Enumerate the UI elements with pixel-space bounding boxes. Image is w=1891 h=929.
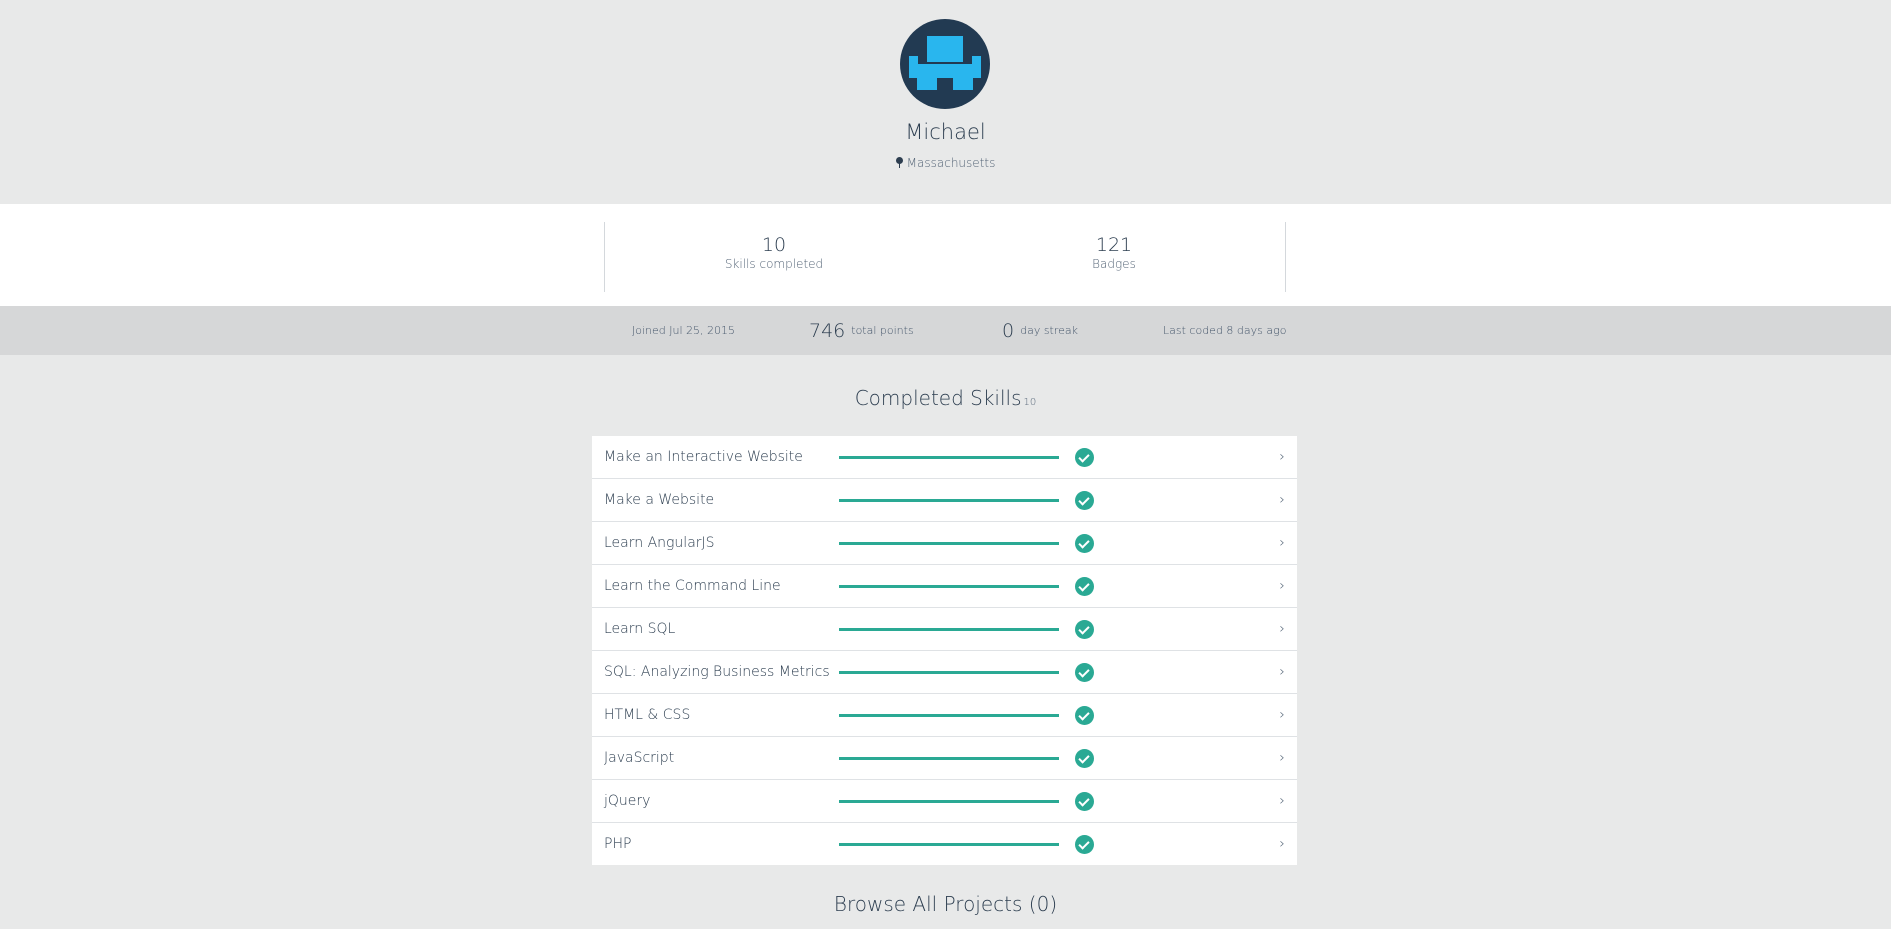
skill-row[interactable]: Learn SQL › — [592, 608, 1297, 651]
chevron-right-icon[interactable]: › — [1279, 565, 1285, 608]
location-text: Massachusetts — [906, 156, 996, 170]
progress-fill — [839, 585, 1059, 588]
check-circle-icon — [1075, 663, 1094, 682]
skill-row[interactable]: JavaScript › — [592, 737, 1297, 780]
chevron-right-icon[interactable]: › — [1279, 479, 1285, 522]
progress-bar — [839, 671, 1059, 674]
skill-name: Make a Website — [604, 492, 715, 508]
skill-row[interactable]: Learn the Command Line › — [592, 565, 1297, 608]
progress-fill — [839, 671, 1059, 674]
chevron-right-icon[interactable]: › — [1279, 651, 1285, 694]
chevron-right-icon[interactable]: › — [1279, 694, 1285, 737]
progress-fill — [839, 800, 1059, 803]
stat-label: Skills completed — [724, 257, 824, 271]
chevron-right-icon[interactable]: › — [1279, 436, 1285, 479]
skill-row[interactable]: SQL: Analyzing Business Metrics › — [592, 651, 1297, 694]
skill-row[interactable]: Learn AngularJS › — [592, 522, 1297, 565]
chevron-right-icon[interactable]: › — [1279, 737, 1285, 780]
check-circle-icon — [1075, 448, 1094, 467]
divider — [604, 222, 605, 292]
check-circle-icon — [1075, 534, 1094, 553]
progress-fill — [839, 714, 1059, 717]
skill-name: Learn the Command Line — [604, 578, 781, 594]
stat-value: 10 — [761, 234, 787, 256]
skill-name: jQuery — [604, 793, 651, 809]
skill-name: HTML & CSS — [604, 707, 691, 723]
progress-bar — [839, 499, 1059, 502]
skill-name: Learn SQL — [604, 621, 676, 637]
joined-text: Joined Jul 25, 2015 — [632, 324, 736, 337]
progress-fill — [839, 499, 1059, 502]
stat-badges[interactable]: 121 Badges — [1014, 234, 1214, 271]
progress-bar — [839, 542, 1059, 545]
last-coded: Last coded 8 days ago — [1163, 306, 1286, 355]
profile-name: Michael — [905, 120, 986, 144]
progress-bar — [839, 800, 1059, 803]
skill-name: Make an Interactive Website — [604, 449, 803, 465]
total-points: 746 total points — [809, 306, 914, 355]
stats-bar: 10 Skills completed 121 Badges — [0, 204, 1891, 306]
check-circle-icon — [1075, 577, 1094, 596]
avatar — [900, 19, 990, 109]
skill-row[interactable]: Make an Interactive Website › — [592, 436, 1297, 479]
profile-header: Michael Massachusetts — [0, 0, 1891, 204]
skill-name: Learn AngularJS — [604, 535, 715, 551]
profile-location: Massachusetts — [0, 156, 1891, 170]
skill-row[interactable]: jQuery › — [592, 780, 1297, 823]
progress-bar — [839, 843, 1059, 846]
points-label: total points — [851, 324, 914, 337]
progress-fill — [839, 628, 1059, 631]
skills-list: Make an Interactive Website › Make a Websi… — [592, 436, 1297, 865]
points-value: 746 — [809, 319, 846, 342]
meta-bar: Joined Jul 25, 2015 746 total points 0 d… — [0, 306, 1891, 355]
skill-name: JavaScript — [604, 750, 675, 766]
skill-row[interactable]: HTML & CSS › — [592, 694, 1297, 737]
progress-bar — [839, 585, 1059, 588]
check-circle-icon — [1075, 792, 1094, 811]
browse-projects-link[interactable]: Browse All Projects (0) — [0, 892, 1891, 916]
stat-skills-completed[interactable]: 10 Skills completed — [674, 234, 874, 271]
map-pin-icon — [895, 157, 903, 168]
check-circle-icon — [1075, 491, 1094, 510]
progress-fill — [839, 757, 1059, 760]
skill-row[interactable]: PHP › — [592, 823, 1297, 865]
last-coded-text: Last coded 8 days ago — [1163, 324, 1287, 337]
chevron-right-icon[interactable]: › — [1279, 823, 1285, 866]
skill-name: SQL: Analyzing Business Metrics — [604, 664, 830, 680]
check-circle-icon — [1075, 749, 1094, 768]
progress-bar — [839, 757, 1059, 760]
projects-title: Browse All Projects (0) — [833, 892, 1058, 916]
stat-label: Badges — [1092, 257, 1136, 271]
streak-label: day streak — [1020, 324, 1079, 337]
section-title: Completed Skills — [854, 386, 1022, 410]
progress-fill — [839, 843, 1059, 846]
stat-value: 121 — [1095, 234, 1133, 256]
check-circle-icon — [1075, 706, 1094, 725]
completed-skills-heading: Completed Skills 10 — [0, 386, 1891, 410]
skill-name: PHP — [604, 836, 632, 852]
chevron-right-icon[interactable]: › — [1279, 780, 1285, 823]
check-circle-icon — [1075, 835, 1094, 854]
check-circle-icon — [1075, 620, 1094, 639]
progress-bar — [839, 714, 1059, 717]
progress-bar — [839, 456, 1059, 459]
section-count: 10 — [1023, 397, 1037, 408]
skill-row[interactable]: Make a Website › — [592, 479, 1297, 522]
day-streak: 0 day streak — [1002, 306, 1078, 355]
progress-bar — [839, 628, 1059, 631]
chevron-right-icon[interactable]: › — [1279, 608, 1285, 651]
progress-fill — [839, 542, 1059, 545]
streak-value: 0 — [1002, 319, 1015, 342]
progress-fill — [839, 456, 1059, 459]
chevron-right-icon[interactable]: › — [1279, 522, 1285, 565]
divider — [1285, 222, 1286, 292]
joined-date: Joined Jul 25, 2015 — [632, 306, 735, 355]
